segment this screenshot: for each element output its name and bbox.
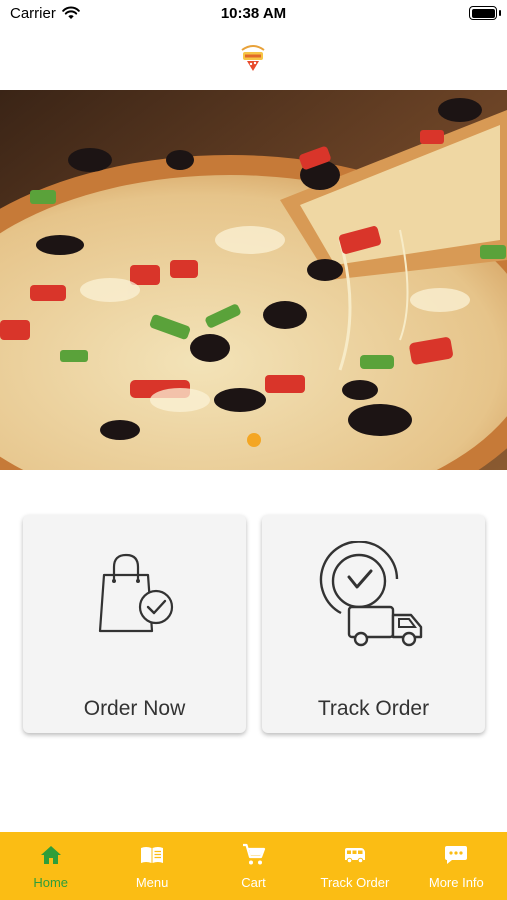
order-now-card[interactable]: Order Now: [23, 515, 246, 733]
tab-menu[interactable]: Menu: [101, 832, 202, 900]
chat-icon: [445, 846, 468, 864]
battery-cap: [499, 10, 501, 16]
carousel-page-indicator[interactable]: [247, 433, 261, 447]
status-time: 10:38 AM: [220, 5, 287, 22]
status-bar: Carrier 10:38 AM: [0, 0, 507, 30]
pizza-photo: [0, 90, 507, 470]
tab-menu-label: Menu: [135, 875, 169, 890]
tab-track-order[interactable]: Track Order: [304, 832, 405, 900]
home-icon: [40, 846, 61, 864]
app-header: [0, 30, 507, 90]
tab-home[interactable]: Home: [0, 832, 101, 900]
tab-cart[interactable]: Cart: [203, 832, 304, 900]
tab-more-info[interactable]: More Info: [406, 832, 507, 900]
pizza-logo-icon: [241, 45, 265, 71]
tab-home-label: Home: [33, 875, 69, 890]
hero-banner[interactable]: [0, 90, 507, 470]
van-icon: [344, 848, 365, 864]
tab-cart-label: Cart: [241, 875, 266, 890]
shopping-bag-check-icon: [98, 553, 173, 632]
cart-icon: [242, 843, 265, 865]
tab-track-order-label: Track Order: [320, 875, 390, 890]
menu-book-icon: [141, 847, 164, 863]
battery-icon: [469, 6, 497, 20]
tab-more-info-label: More Info: [428, 875, 484, 890]
bottom-tab-bar: Home Menu Cart Track Order More Info: [0, 832, 507, 900]
track-order-card[interactable]: Track Order: [262, 515, 485, 733]
order-now-label: Order Now: [83, 697, 186, 720]
track-order-label: Track Order: [317, 697, 430, 720]
clock-truck-icon: [319, 540, 422, 646]
